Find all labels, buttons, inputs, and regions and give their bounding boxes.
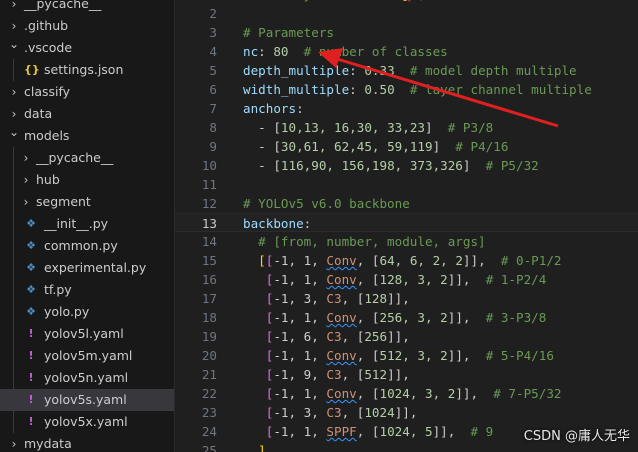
arrow-head xyxy=(318,48,343,68)
watermark: CSDN @庸人无华 xyxy=(523,429,630,444)
annotation-arrow xyxy=(318,48,559,128)
arrow-shaft xyxy=(333,56,559,128)
